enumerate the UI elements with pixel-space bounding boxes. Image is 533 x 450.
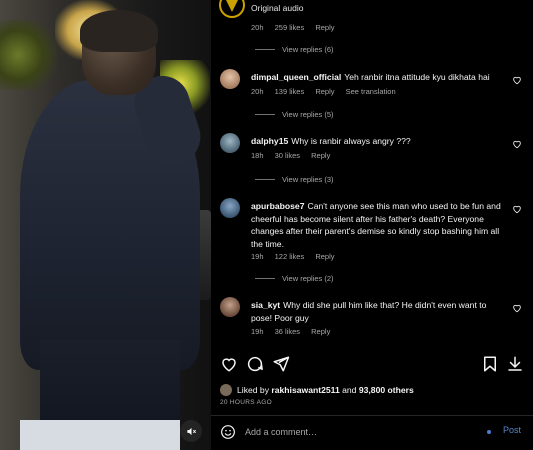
like-heart-icon[interactable] [220,355,238,373]
audio-label[interactable]: Original audio [251,3,303,13]
comment-time: 19h [251,252,264,261]
plants-left [0,20,60,90]
like-heart-icon[interactable] [512,139,522,149]
prev-comment-meta: 20h 259 likes Reply [251,23,344,32]
mute-button[interactable] [180,420,202,442]
post-timestamp: 20 HOURS AGO [220,399,273,406]
brand-logo-icon [225,0,239,12]
post-actions [211,355,533,377]
comment-body: sia_kyt Why did she pull him like that? H… [251,299,501,324]
avatar[interactable] [220,297,240,317]
like-heart-icon[interactable] [512,204,522,214]
comment-meta: 19h 36 likes Reply [251,327,339,336]
comment-meta: 19h 122 likes Reply [251,252,344,261]
likes-summary[interactable]: Liked by rakhisawant2511 and 93,800 othe… [220,384,414,396]
comment-text: Why did she pull him like that? He didn'… [251,300,487,323]
replies-line [255,49,275,50]
comment-input[interactable] [245,424,475,440]
comment-likes[interactable]: 36 likes [275,327,300,336]
likes-prefix: Liked by [237,385,270,395]
download-icon[interactable] [506,355,524,373]
comment-body: dalphy15 Why is ranbir always angry ??? [251,135,501,148]
like-heart-icon[interactable] [512,75,522,85]
view-replies-label[interactable]: View replies (2) [282,274,334,283]
comments-panel: Original audio 20h 259 likes Reply View … [211,0,533,450]
comment-body: apurbabose7 Can't anyone see this man who… [251,200,501,250]
person-kurta [40,340,180,430]
comment-likes[interactable]: 139 likes [275,87,305,96]
post-indicator-dot [487,430,491,434]
likes-middle: and [342,385,357,395]
like-heart-icon[interactable] [512,303,522,313]
comment-meta: 18h 30 likes Reply [251,151,339,160]
comment-time: 19h [251,327,264,336]
share-send-icon[interactable] [272,355,290,373]
comment-likes[interactable]: 30 likes [275,151,300,160]
comment-likes[interactable]: 259 likes [275,23,305,32]
comment-body: dimpal_queen_official Yeh ranbir itna att… [251,71,501,84]
person-pants [20,420,180,450]
account-avatar[interactable] [219,0,245,18]
comment-username[interactable]: apurbabose7 [251,201,305,211]
reply-button[interactable]: Reply [315,252,334,261]
replies-line [255,179,275,180]
avatar [220,384,232,396]
comment-text: Yeh ranbir itna attitude kyu dikhata hai [344,72,490,82]
comment-text: Why is ranbir always angry ??? [291,136,411,146]
view-replies-button[interactable]: View replies (2) [255,274,334,283]
comment-time: 18h [251,151,264,160]
view-replies-button[interactable]: View replies (3) [255,175,334,184]
liked-by-username[interactable]: rakhisawant2511 [271,385,339,395]
comment-username[interactable]: sia_kyt [251,300,280,310]
view-replies-label[interactable]: View replies (3) [282,175,334,184]
post-media-video[interactable] [0,0,211,450]
avatar[interactable] [220,69,240,89]
comment-username[interactable]: dalphy15 [251,136,288,146]
see-translation-button[interactable]: See translation [346,87,396,96]
speaker-muted-icon [186,427,196,435]
comment-meta: 20h 139 likes Reply See translation [251,87,405,96]
bookmark-icon[interactable] [481,355,499,373]
add-comment-bar: Post [211,416,533,450]
avatar[interactable] [220,198,240,218]
view-replies-label[interactable]: View replies (6) [282,45,334,54]
reply-button[interactable]: Reply [315,87,334,96]
emoji-icon[interactable] [220,424,236,440]
reply-button[interactable]: Reply [311,151,330,160]
reply-button[interactable]: Reply [315,23,334,32]
view-replies-button[interactable]: View replies (5) [255,110,334,119]
comment-likes[interactable]: 122 likes [275,252,305,261]
comment-bubble-icon[interactable] [246,355,264,373]
view-replies-label[interactable]: View replies (5) [282,110,334,119]
replies-line [255,278,275,279]
comments-list[interactable]: 20h 259 likes Reply View replies (6) dim… [211,20,533,350]
comment-time: 20h [251,87,264,96]
comment-username[interactable]: dimpal_queen_official [251,72,341,82]
view-replies-button[interactable]: View replies (6) [255,45,334,54]
likes-count[interactable]: 93,800 others [359,385,414,395]
post-button[interactable]: Post [503,425,521,435]
comment-time: 20h [251,23,264,32]
avatar[interactable] [220,133,240,153]
replies-line [255,114,275,115]
person-hair [80,10,158,52]
reply-button[interactable]: Reply [311,327,330,336]
post-header: Original audio [211,0,533,20]
